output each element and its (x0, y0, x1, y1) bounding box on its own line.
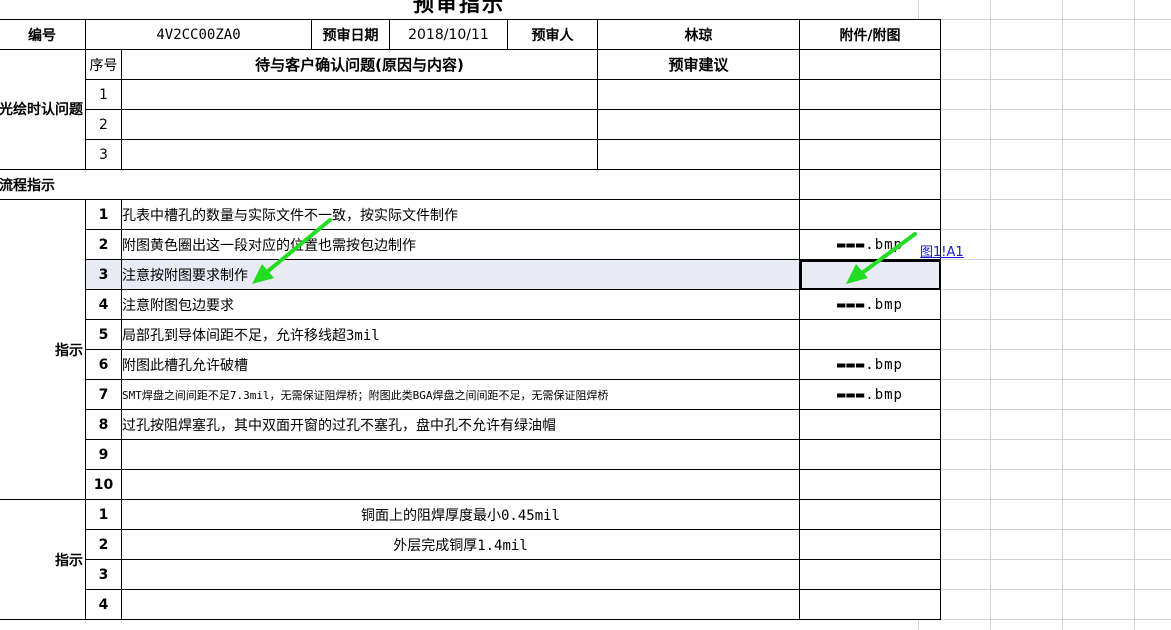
instruction-text[interactable] (121, 469, 800, 500)
suggestion-cell[interactable] (597, 79, 800, 110)
instruction-number[interactable]: 8 (85, 409, 122, 440)
suggestion-cell[interactable] (597, 109, 800, 140)
review-date[interactable]: 2018/10/11 (389, 19, 508, 50)
suggestion-cell[interactable] (597, 139, 800, 170)
attachment-file-icon[interactable]: ▬▬▬.bmp (799, 379, 941, 410)
confirm-row: 1 (0, 79, 941, 110)
instruction-text[interactable]: 注意按附图要求制作 (121, 259, 800, 290)
instruction-row: 8 过孔按阻焊塞孔，其中双面开窗的过孔不塞孔，盘中孔不允许有绿油帽 (0, 409, 941, 440)
instruction-number[interactable]: 7 (85, 379, 122, 410)
confirm-side-label[interactable]: 光绘时认问题 (0, 49, 86, 170)
attachment-cell[interactable] (799, 499, 941, 530)
instruction-text[interactable]: 局部孔到导体间距不足，允许移线超3mil (121, 319, 800, 350)
label-number[interactable]: 编号 (0, 19, 86, 50)
review-instruction-table: 编号 4V2CC00ZA0 预审日期 2018/10/11 预审人 林琼 附件/… (0, 19, 941, 620)
instruction-text[interactable]: 注意附图包边要求 (121, 289, 800, 320)
instruction-text[interactable]: 附图黄色圈出这一段对应的位置也需按包边制作 (121, 229, 800, 260)
attachment-cell[interactable] (799, 79, 941, 110)
attachment-cell[interactable] (799, 589, 941, 620)
label-review-date[interactable]: 预审日期 (311, 19, 390, 50)
label-suggestion[interactable]: 预审建议 (597, 49, 800, 80)
instruction-row: 2 外层完成铜厚1.4mil (0, 529, 941, 560)
instruction-text[interactable]: SMT焊盘之间间距不足7.3mil，无需保证阻焊桥；附图此类BGA焊盘之间间距不… (121, 379, 800, 410)
attachment-cell[interactable] (799, 469, 941, 500)
instruction-text[interactable]: 外层完成铜厚1.4mil (121, 529, 800, 560)
reviewer-name[interactable]: 林琼 (597, 19, 800, 50)
instruction-row: 4 (0, 589, 941, 620)
confirm-row-number[interactable]: 2 (85, 109, 122, 140)
section-b-label[interactable]: 指示 (0, 499, 86, 620)
attachment-cell[interactable] (799, 409, 941, 440)
instruction-number[interactable]: 1 (85, 499, 122, 530)
attachment-file-icon[interactable]: ▬▬▬.bmp (799, 289, 941, 320)
instruction-text[interactable]: 铜面上的阻焊厚度最小0.45mil (121, 499, 800, 530)
instruction-row: 2 附图黄色圈出这一段对应的位置也需按包边制作 ▬▬▬.bmp (0, 229, 941, 260)
attachment-cell[interactable] (799, 139, 941, 170)
instruction-row: 指示 1 铜面上的阻焊厚度最小0.45mil (0, 499, 941, 620)
instruction-text[interactable] (121, 589, 800, 620)
label-attachment[interactable]: 附件/附图 (799, 19, 941, 50)
issue-cell[interactable] (121, 79, 598, 110)
attachment-cell[interactable] (799, 319, 941, 350)
instruction-row: 10 (0, 469, 941, 500)
attachment-cell[interactable] (799, 49, 941, 80)
instruction-row: 3 (0, 559, 941, 590)
attachment-cell[interactable] (799, 259, 941, 290)
instruction-text[interactable]: 附图此槽孔允许破槽 (121, 349, 800, 380)
instruction-number[interactable]: 3 (85, 559, 122, 590)
instruction-row: 7 SMT焊盘之间间距不足7.3mil，无需保证阻焊桥；附图此类BGA焊盘之间间… (0, 379, 941, 410)
confirm-row-number[interactable]: 1 (85, 79, 122, 110)
sheet-title: 预审指示 (413, 0, 505, 16)
instruction-text[interactable] (121, 439, 800, 470)
confirm-row-number[interactable]: 3 (85, 139, 122, 170)
confirm-row: 2 (0, 109, 941, 140)
attachment-file-icon[interactable]: ▬▬▬.bmp (799, 349, 941, 380)
section-a-label[interactable]: 指示 (0, 199, 86, 500)
issue-cell[interactable] (121, 139, 598, 170)
instruction-text[interactable]: 过孔按阻焊塞孔，其中双面开窗的过孔不塞孔，盘中孔不允许有绿油帽 (121, 409, 800, 440)
instruction-row-selected: 3 注意按附图要求制作 (0, 259, 941, 290)
instruction-number[interactable]: 2 (85, 529, 122, 560)
hyperlink-cell[interactable]: 图1!A1 (920, 241, 964, 260)
flow-instruction-label[interactable]: 流程指示 (0, 169, 800, 200)
instruction-number[interactable]: 10 (85, 469, 122, 500)
attachment-cell[interactable] (799, 199, 941, 230)
attachment-cell[interactable] (799, 109, 941, 140)
attachment-cell[interactable] (799, 169, 941, 200)
instruction-text[interactable]: 孔表中槽孔的数量与实际文件不一致，按实际文件制作 (121, 199, 800, 230)
confirm-row: 3 (0, 139, 941, 170)
instruction-number[interactable]: 2 (85, 229, 122, 260)
label-issue[interactable]: 待与客户确认问题(原因与内容) (121, 49, 598, 80)
attachment-cell[interactable] (799, 439, 941, 470)
attachment-cell[interactable] (799, 529, 941, 560)
instruction-number[interactable]: 9 (85, 439, 122, 470)
instruction-row: 5 局部孔到导体间距不足，允许移线超3mil (0, 319, 941, 350)
instruction-row: 4 注意附图包边要求 ▬▬▬.bmp (0, 289, 941, 320)
instruction-number[interactable]: 1 (85, 199, 122, 230)
attachment-cell[interactable] (799, 559, 941, 590)
instruction-number[interactable]: 6 (85, 349, 122, 380)
board-code[interactable]: 4V2CC00ZA0 (85, 19, 312, 50)
header-row: 编号 4V2CC00ZA0 预审日期 2018/10/11 预审人 林琼 附件/… (0, 19, 941, 50)
label-reviewer[interactable]: 预审人 (507, 19, 598, 50)
issue-cell[interactable] (121, 109, 598, 140)
instruction-number[interactable]: 5 (85, 319, 122, 350)
instruction-number[interactable]: 3 (85, 259, 122, 290)
instruction-number[interactable]: 4 (85, 589, 122, 620)
label-seq[interactable]: 序号 (85, 49, 122, 80)
flow-row: 流程指示 (0, 169, 941, 200)
instruction-row: 9 (0, 439, 941, 470)
instruction-row: 6 附图此槽孔允许破槽 ▬▬▬.bmp (0, 349, 941, 380)
instruction-text[interactable] (121, 559, 800, 590)
confirm-header-row: 光绘时认问题 序号 待与客户确认问题(原因与内容) 预审建议 (0, 49, 941, 170)
instruction-number[interactable]: 4 (85, 289, 122, 320)
instruction-row: 指示 1 孔表中槽孔的数量与实际文件不一致，按实际文件制作 (0, 199, 941, 500)
